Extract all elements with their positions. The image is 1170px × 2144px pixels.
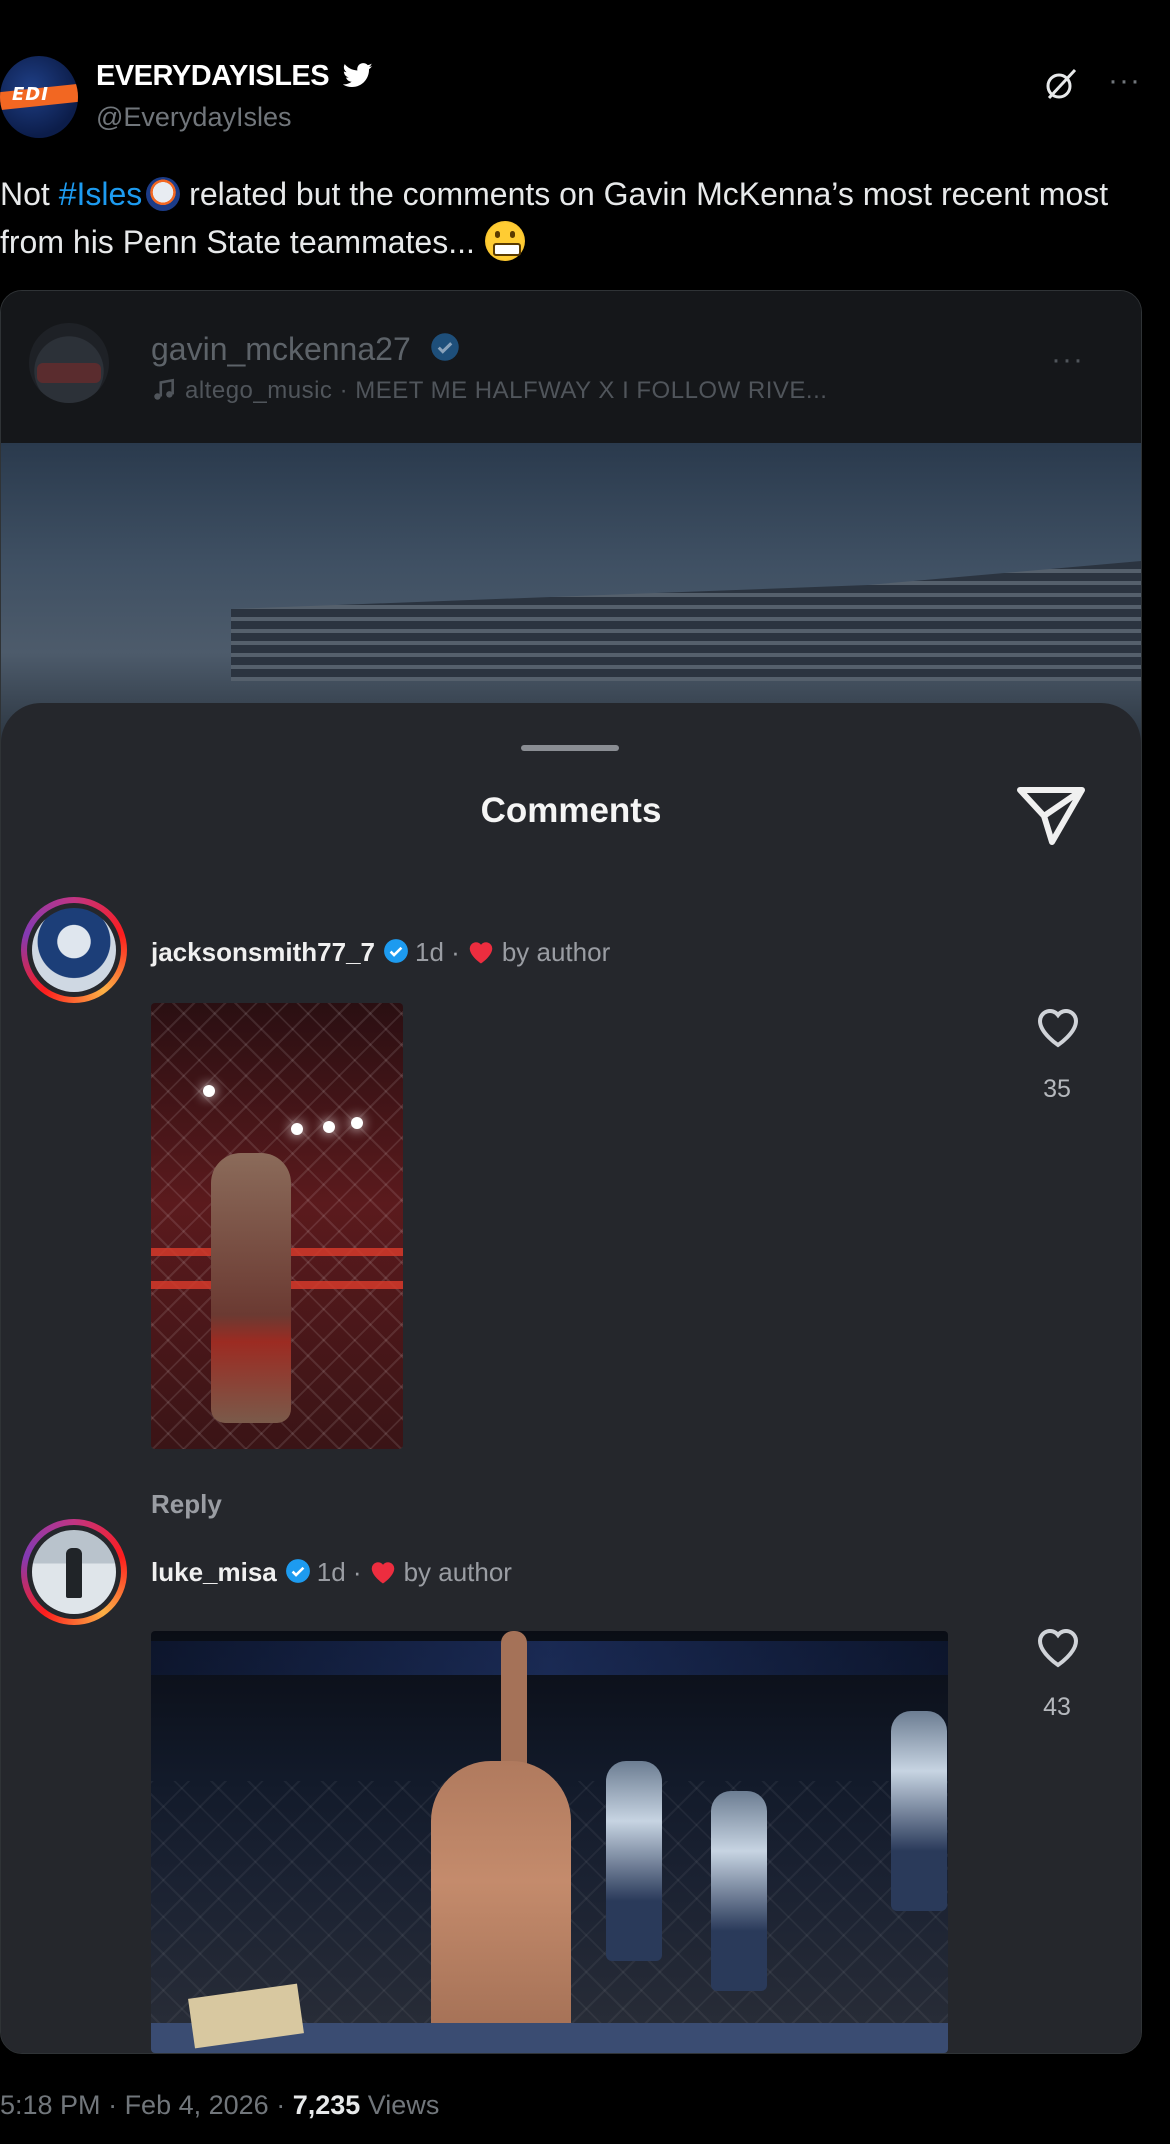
arena-light: [203, 1085, 215, 1097]
avatar-logo-text: EDI: [12, 84, 49, 105]
author-display-name[interactable]: EVERYDAYISLES: [96, 60, 373, 93]
comments-title: Comments: [480, 791, 662, 830]
reply-button: Reply: [151, 1489, 222, 1519]
poster-username-text: gavin_mckenna27: [151, 331, 411, 367]
grok-icon[interactable]: [1043, 66, 1079, 102]
separator-dot: ·: [443, 937, 460, 967]
comment-header: jacksonsmith77_7 1d · by author: [151, 937, 610, 968]
like-count: 43: [1043, 1693, 1071, 1721]
post-image-stadium: [1, 443, 1141, 743]
tweet-text-start: Not: [0, 176, 59, 212]
cornerman-figure: [711, 1791, 767, 1991]
comment-header: luke_misa 1d · by author: [151, 1557, 512, 1588]
commenter-avatar: [21, 1519, 127, 1625]
views-count: 7,235: [292, 2090, 361, 2120]
comment-age: 1d: [415, 937, 444, 967]
heart-icon: [371, 1562, 394, 1584]
poster-username: gavin_mckenna27: [151, 331, 460, 368]
fighter-figure: [211, 1153, 291, 1423]
avatar-photo: [32, 908, 116, 992]
tweet-time[interactable]: 5:18 PM: [0, 2090, 101, 2120]
audio-track: altego_music · MEET ME HALFWAY X I FOLLO…: [151, 377, 827, 405]
music-note-icon: [154, 378, 174, 400]
like-count: 35: [1043, 1075, 1071, 1103]
verified-badge-icon: [285, 1559, 310, 1583]
raised-arm: [501, 1631, 527, 1781]
fighter-figure: [431, 1761, 571, 2053]
arena-light: [291, 1123, 303, 1135]
heart-icon: [469, 942, 493, 964]
tweet-meta: 5:18 PM · Feb 4, 2026 · 7,235 Views: [0, 2090, 440, 2120]
arena-banner: [151, 1641, 948, 1675]
comment-gif: [151, 1003, 403, 1449]
liked-by-author: by author: [403, 1557, 512, 1587]
tweet-text: Not #Isles related but the comments on G…: [0, 170, 1150, 266]
arena-light: [351, 1117, 363, 1129]
sheet-grabber: [521, 745, 619, 751]
liked-by-author: by author: [501, 937, 611, 967]
views-label: Views: [367, 2090, 440, 2120]
audio-track-text: altego_music · MEET ME HALFWAY X I FOLLO…: [185, 377, 828, 404]
comment-age: 1d: [316, 1557, 346, 1587]
media-card[interactable]: gavin_mckenna27 altego_music · MEET ME H…: [0, 290, 1142, 2054]
author-display-name-text[interactable]: EVERYDAYISLES: [96, 60, 330, 92]
commenter-avatar: [21, 897, 127, 1003]
verified-badge-icon: [430, 333, 459, 361]
comment-username: jacksonsmith77_7: [151, 937, 376, 967]
separator-dot: ·: [345, 1557, 362, 1587]
instagram-post-header: gavin_mckenna27 altego_music · MEET ME H…: [1, 291, 1141, 443]
avatar-photo: [32, 1530, 116, 1614]
hashtag-link[interactable]: #Isles: [59, 176, 143, 212]
grimace-emoji-icon: [484, 221, 525, 261]
poster-avatar: [29, 323, 109, 403]
comments-sheet: Comments jacksonsmith77_7 1d · by author R…: [1, 703, 1141, 2053]
cornerman-figure: [891, 1711, 947, 1911]
arena-light: [323, 1121, 335, 1133]
author-handle[interactable]: @EverydayIsles: [96, 102, 291, 133]
comment-gif: [151, 1631, 948, 2053]
post-more-icon: ···: [1051, 343, 1084, 376]
isles-logo-icon: [146, 177, 181, 211]
heart-icon: [1037, 1629, 1079, 1668]
stadium-building: [231, 561, 1141, 681]
bird-icon: [342, 63, 373, 87]
tweet-date[interactable]: Feb 4, 2026: [125, 2090, 269, 2120]
verified-badge-icon: [384, 939, 408, 963]
comment-username: luke_misa: [151, 1557, 277, 1587]
send-icon: [1017, 787, 1085, 845]
heart-icon: [1037, 1009, 1079, 1048]
more-icon[interactable]: ···: [1108, 64, 1141, 98]
author-avatar[interactable]: EDI: [0, 56, 78, 138]
cornerman-figure: [606, 1761, 662, 1961]
